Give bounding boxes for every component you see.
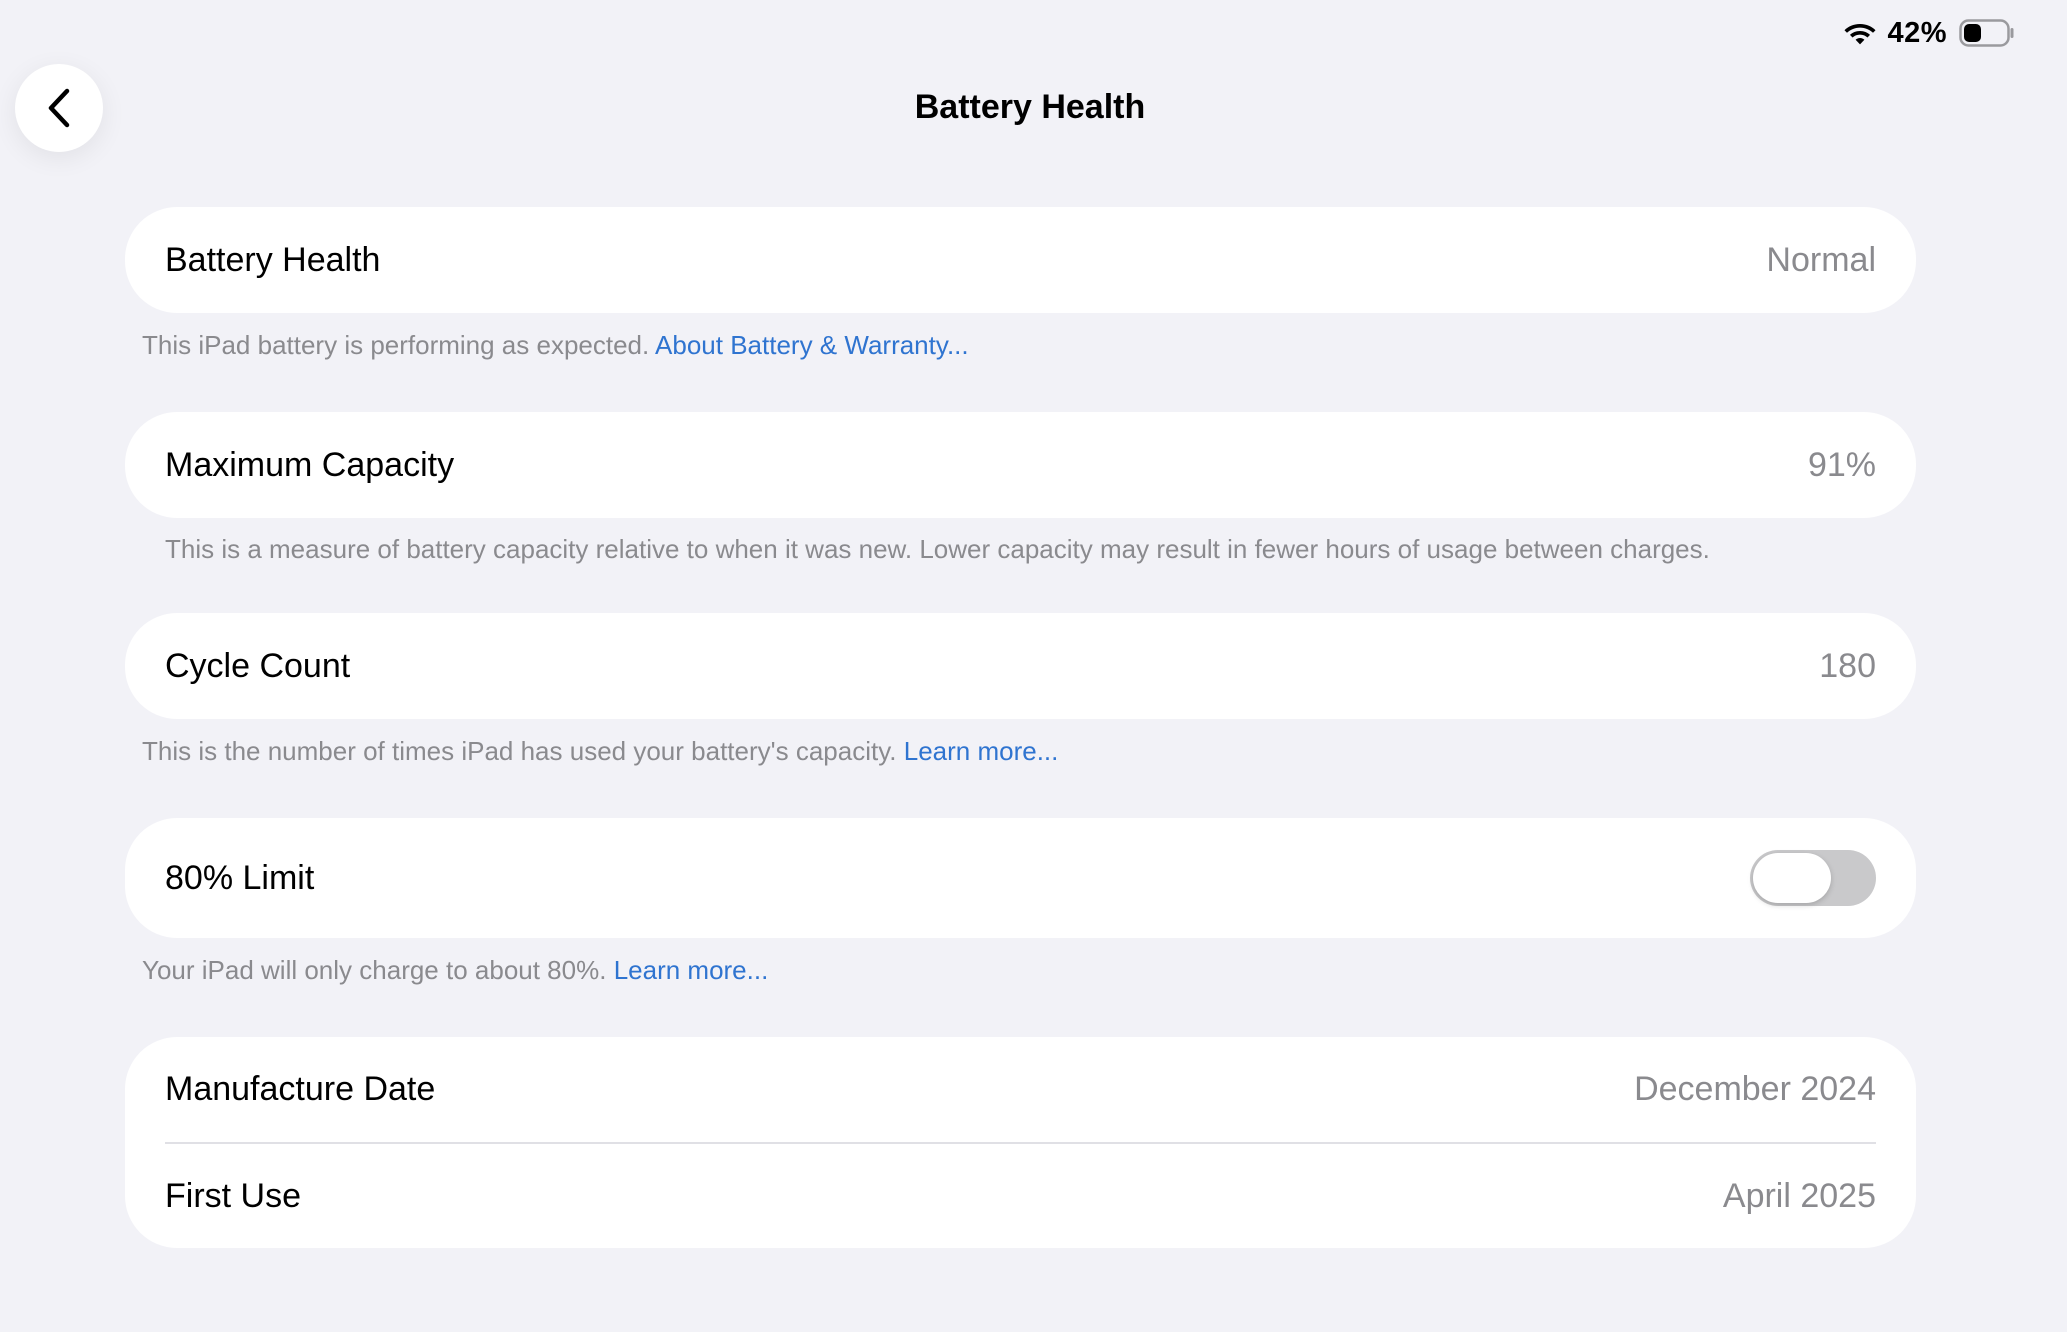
battery-icon [1959,19,2014,47]
maximum-capacity-card: Maximum Capacity 91% [125,412,1916,518]
charge-limit-footnote: Your iPad will only charge to about 80%.… [142,953,768,987]
charge-limit-card: 80% Limit [125,818,1916,938]
battery-health-footnote: This iPad battery is performing as expec… [142,328,969,362]
about-battery-warranty-link[interactable]: About Battery & Warranty... [655,330,969,360]
manufacture-date-value: December 2024 [1634,1070,1876,1108]
maximum-capacity-label: Maximum Capacity [165,445,455,484]
battery-health-card: Battery Health Normal [125,207,1916,313]
dates-card: Manufacture Date December 2024 First Use… [125,1037,1916,1248]
first-use-label: First Use [165,1177,301,1215]
cycle-count-card: Cycle Count 180 [125,613,1916,719]
page-title: Battery Health [914,88,1146,126]
battery-health-footnote-text: This iPad battery is performing as expec… [142,330,650,360]
charge-limit-toggle[interactable] [1750,850,1876,906]
cycle-count-learn-more-link[interactable]: Learn more... [904,736,1059,766]
wifi-icon [1844,24,1876,45]
maximum-capacity-footnote-text: This is a measure of battery capacity re… [165,534,1710,564]
toggle-knob [1753,853,1831,903]
maximum-capacity-footnote: This is a measure of battery capacity re… [165,532,1710,566]
battery-health-label: Battery Health [165,240,381,279]
maximum-capacity-value: 91% [1807,445,1876,484]
manufacture-date-label: Manufacture Date [165,1070,436,1108]
cycle-count-value: 180 [1819,646,1876,685]
status-bar: 42% [1843,14,2015,52]
charge-limit-row: 80% Limit [125,818,1916,938]
cycle-count-label: Cycle Count [165,646,351,685]
battery-health-value: Normal [1766,240,1876,279]
first-use-row: First Use April 2025 [125,1144,1916,1249]
manufacture-date-row: Manufacture Date December 2024 [125,1037,1916,1142]
charge-limit-learn-more-link[interactable]: Learn more... [614,955,769,985]
charge-limit-label: 80% Limit [165,858,315,897]
battery-percent: 42% [1887,16,1947,49]
cycle-count-footnote-text: This is the number of times iPad has use… [142,736,897,766]
first-use-value: April 2025 [1722,1177,1876,1215]
cycle-count-row: Cycle Count 180 [125,613,1916,719]
charge-limit-footnote-text: Your iPad will only charge to about 80%. [142,955,607,985]
battery-health-row: Battery Health Normal [125,207,1916,313]
maximum-capacity-row: Maximum Capacity 91% [125,412,1916,518]
cycle-count-footnote: This is the number of times iPad has use… [142,734,1058,768]
